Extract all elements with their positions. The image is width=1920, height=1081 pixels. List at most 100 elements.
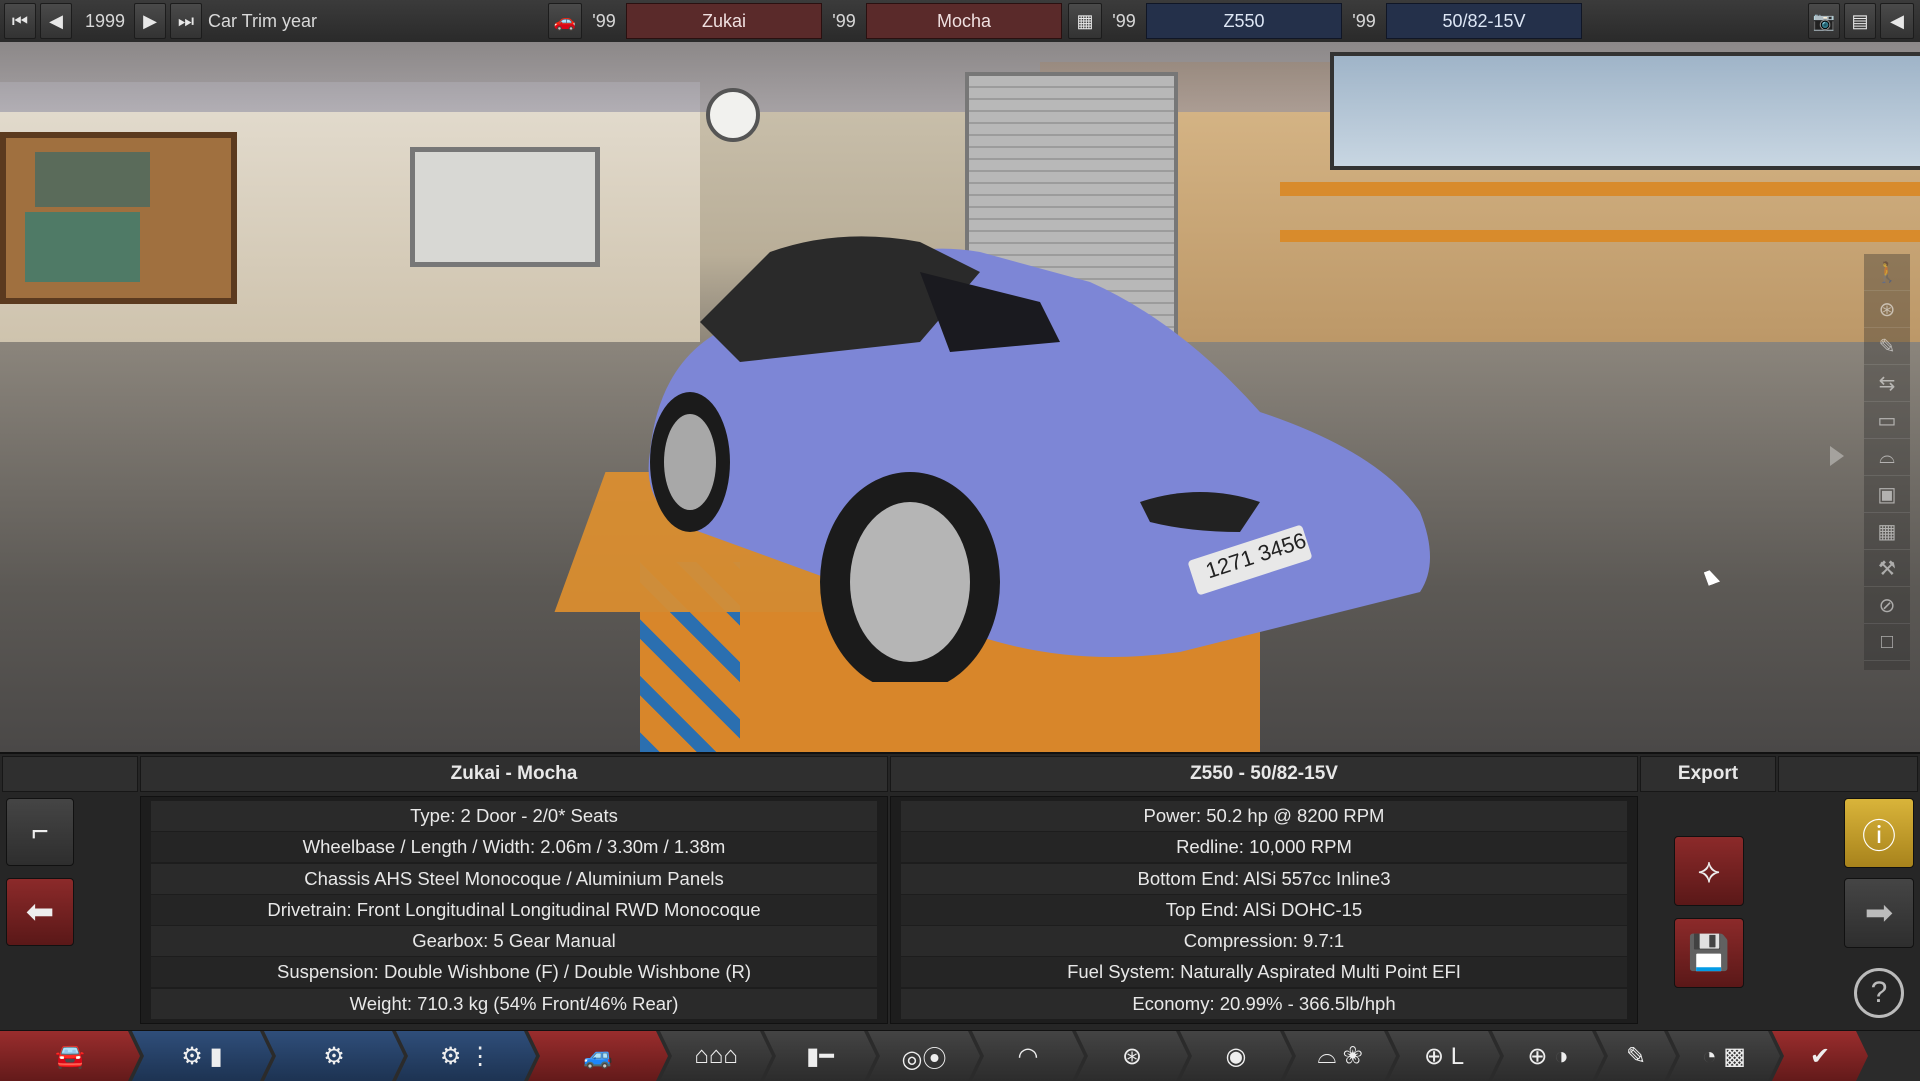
car-model[interactable]: 1271 3456 xyxy=(620,232,1480,682)
top-toolbar: 105 ⏮ ◀ 1999 ▶ ⏭ Car Trim year 🚗 '99 Zuk… xyxy=(0,0,1920,43)
seats-icon: ⌂⌂⌂ xyxy=(694,1042,738,1069)
person-icon: 🚶 xyxy=(1874,261,1900,284)
tab-fuel[interactable]: ◠ xyxy=(972,1031,1084,1081)
car-trim-icon: 🚙 xyxy=(583,1042,613,1070)
gearbox-icon: ◎⦿ xyxy=(901,1045,947,1073)
fast-forward-icon: ⏭ xyxy=(177,10,195,31)
calculator-button[interactable]: ▤ xyxy=(1844,3,1876,39)
stage-car-button[interactable]: 🚘 xyxy=(0,1031,140,1081)
body-icon: ▭ xyxy=(1877,409,1897,432)
car-photo xyxy=(25,212,140,282)
garage-viewport[interactable]: 1271 3456 🚶 ⊛ ✎ ⇆ ▭ ⌓ ▣ ▦ ⚒ ⊘ □ xyxy=(0,42,1920,752)
engine-stat-row: Bottom End: AlSi 557cc Inline3 xyxy=(901,863,1627,894)
stage-engine-button[interactable]: ⚙ xyxy=(264,1031,404,1081)
test-track-icon: ◔ ▩ xyxy=(1702,1042,1746,1070)
rewind-button[interactable]: ⏮ xyxy=(4,3,36,39)
tab-testing[interactable]: ◔ ▩ xyxy=(1668,1031,1780,1081)
variant-name-field[interactable]: 50/82-15V xyxy=(1386,3,1582,39)
tab-steering[interactable]: ⊕ L xyxy=(1388,1031,1500,1081)
panel-header-blank xyxy=(2,756,138,792)
chassis-frame-icon: ⌐ xyxy=(31,815,49,848)
wall-clock xyxy=(706,88,760,142)
engine-view-button[interactable]: ▣ xyxy=(1864,476,1910,513)
export-title: Export xyxy=(1640,756,1776,792)
previous-year-button[interactable]: ◀ xyxy=(40,3,72,39)
model-name-field[interactable]: Zukai xyxy=(626,3,822,39)
car-stat-row: Drivetrain: Front Longitudinal Longitudi… xyxy=(151,894,877,925)
tab-drivetrain[interactable]: ▮━ xyxy=(764,1031,876,1081)
tab-gearbox[interactable]: ◎⦿ xyxy=(868,1031,980,1081)
trim-name-field[interactable]: Mocha xyxy=(866,3,1062,39)
shelf xyxy=(1280,182,1920,196)
help-button[interactable]: ? xyxy=(1844,960,1914,1026)
garage-window xyxy=(1330,52,1920,170)
chassis-view-button[interactable]: ⇆ xyxy=(1864,365,1910,402)
warnings-button[interactable]: ⓘ xyxy=(1844,798,1914,868)
grille-view-button[interactable]: ▦ xyxy=(1864,513,1910,550)
engine-stat-row: Economy: 20.99% - 366.5lb/hph xyxy=(901,988,1627,1019)
wheel-view-button[interactable]: ⊛ xyxy=(1864,291,1910,328)
question-mark-icon: ? xyxy=(1854,968,1904,1018)
stage-engine-variant-button[interactable]: ⚙ ⋮ xyxy=(396,1031,536,1081)
engine-icon: ▦ xyxy=(1076,10,1094,31)
car-stat-row: Gearbox: 5 Gear Manual xyxy=(151,926,877,957)
right-arrow-icon: ➡ xyxy=(1864,894,1894,932)
engine-stat-row: Compression: 9.7:1 xyxy=(901,926,1627,957)
play-icon: ▶ xyxy=(143,10,157,31)
grille-icon: ▦ xyxy=(1877,520,1897,543)
tab-safety[interactable]: ⊕ ◑ xyxy=(1492,1031,1604,1081)
steering-icon: ⊕ L xyxy=(1423,1042,1465,1070)
whiteboard xyxy=(410,147,600,267)
car-stat-row: Weight: 710.3 kg (54% Front/46% Rear) xyxy=(151,988,877,1019)
engine-block-icon: ⚙ xyxy=(323,1042,345,1070)
tab-seats[interactable]: ⌂⌂⌂ xyxy=(660,1031,772,1081)
engine-variant-icon: ⚙ ⋮ xyxy=(439,1042,493,1070)
left-arrow-icon: ⬅ xyxy=(25,893,55,931)
stage-trim-button[interactable]: 🚙 xyxy=(528,1031,668,1081)
car-stat-row: Chassis AHS Steel Monocoque / Aluminium … xyxy=(151,863,877,894)
chassis-edit-button[interactable]: ⌐ xyxy=(6,798,74,866)
tab-wheels[interactable]: ⊛ xyxy=(1076,1031,1188,1081)
back-button[interactable]: ◀ xyxy=(1880,3,1914,39)
back-red-button[interactable]: ⬅ xyxy=(6,878,74,946)
brake-view-button[interactable]: ⊘ xyxy=(1864,587,1910,624)
paint-brush-icon: ✎ xyxy=(1625,1042,1647,1070)
share-button[interactable]: ⟡ xyxy=(1674,836,1744,906)
screenshot-button[interactable]: 📷 xyxy=(1808,3,1840,39)
model-year: '99 xyxy=(592,10,616,31)
car-side-icon: ⌓ xyxy=(1879,445,1895,468)
trim-year: '99 xyxy=(832,10,856,31)
next-button[interactable]: ➡ xyxy=(1844,878,1914,948)
car-selector-button[interactable]: 🚗 xyxy=(548,3,582,39)
expand-tools-arrow[interactable] xyxy=(1830,446,1844,466)
safety-icon: ⊕ ◑ xyxy=(1527,1042,1569,1070)
engine-selector-button[interactable]: ▦ xyxy=(1068,3,1102,39)
driver-view-button[interactable]: 🚶 xyxy=(1864,254,1910,291)
car-stat-row: Type: 2 Door - 2/0* Seats xyxy=(151,801,877,831)
camera-tools-sidebar: 🚶 ⊛ ✎ ⇆ ▭ ⌓ ▣ ▦ ⚒ ⊘ □ xyxy=(1864,254,1910,670)
brake-icon: ⊘ xyxy=(1878,594,1896,617)
paint-icon: ✎ xyxy=(1878,335,1896,358)
car-stat-row: Suspension: Double Wishbone (F) / Double… xyxy=(151,957,877,988)
car-title: Zukai - Mocha xyxy=(140,756,888,792)
engine-stat-row: Power: 50.2 hp @ 8200 RPM xyxy=(901,801,1627,831)
finish-button[interactable]: ✔ xyxy=(1772,1031,1868,1081)
engine-stat-row: Fuel System: Naturally Aspirated Multi P… xyxy=(901,957,1627,988)
checkmark-icon: ✔ xyxy=(1809,1042,1831,1070)
blank-view-button[interactable]: □ xyxy=(1864,624,1910,661)
suspension-view-button[interactable]: ⚒ xyxy=(1864,550,1910,587)
save-button[interactable]: 💾 xyxy=(1674,918,1744,988)
fast-forward-button[interactable]: ⏭ xyxy=(170,3,202,39)
body-view-button[interactable]: ▭ xyxy=(1864,402,1910,439)
tab-brakes[interactable]: ◉ xyxy=(1180,1031,1292,1081)
engine-stats-list: Power: 50.2 hp @ 8200 RPM Redline: 10,00… xyxy=(890,796,1638,1024)
engine-year: '99 xyxy=(1112,10,1136,31)
stage-engine-family-button[interactable]: ⚙ ▮ xyxy=(132,1031,272,1081)
next-year-button[interactable]: ▶ xyxy=(134,3,166,39)
info-panel: Zukai - Mocha Z550 - 50/82-15V Export ⌐ … xyxy=(0,752,1920,1032)
paint-view-button[interactable]: ✎ xyxy=(1864,328,1910,365)
tab-paint[interactable]: ✎ xyxy=(1596,1031,1676,1081)
side-view-button[interactable]: ⌓ xyxy=(1864,439,1910,476)
tab-aero[interactable]: ⌓ ❀ xyxy=(1284,1031,1396,1081)
engine-name-field[interactable]: Z550 xyxy=(1146,3,1342,39)
